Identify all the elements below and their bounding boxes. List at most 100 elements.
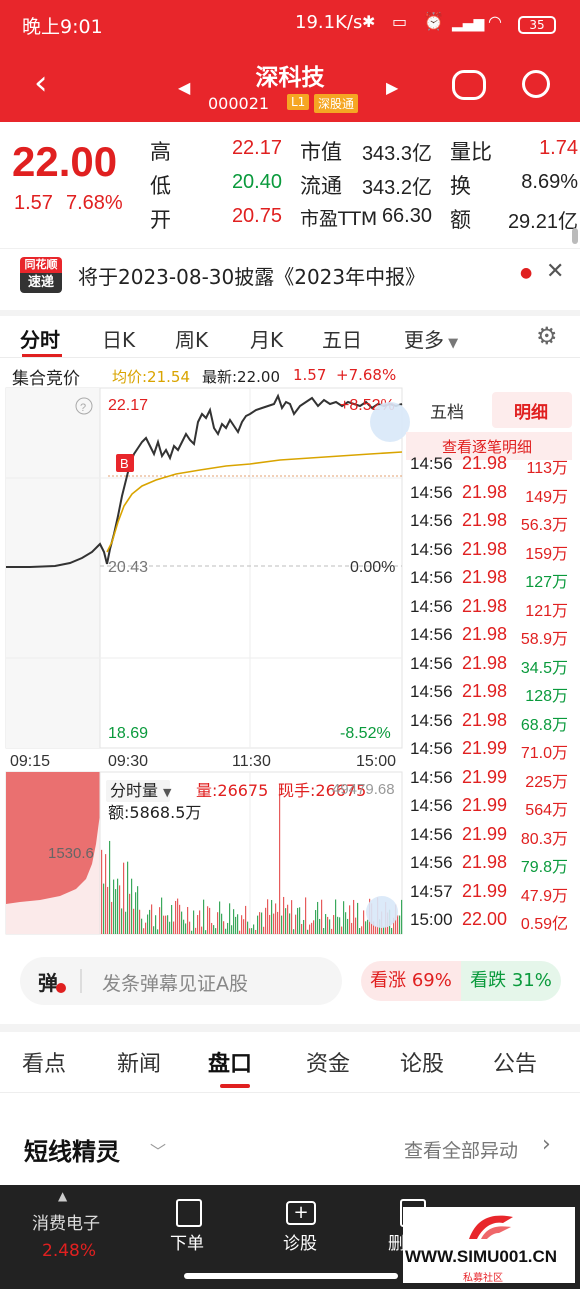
- turnover-value: 8.69%: [521, 171, 578, 193]
- tab-five-day[interactable]: 五日: [322, 324, 362, 353]
- volratio-label: 量比: [450, 140, 492, 164]
- volume-bar: [257, 915, 259, 934]
- detail-row-time: 14:56: [410, 710, 453, 730]
- volume-bar: [145, 922, 147, 934]
- chevron-up-icon[interactable]: ▲: [58, 1189, 67, 1203]
- bullish-vote-button[interactable]: 看涨 69%: [361, 961, 461, 1001]
- volume-bar: [227, 922, 229, 934]
- tab-monthly-k[interactable]: 月K: [250, 324, 283, 353]
- watermark-site: WWW.SIMU001.CN: [405, 1247, 558, 1266]
- volume-bar: [199, 910, 201, 934]
- auction-volume-ref: 1530.6: [48, 845, 94, 862]
- volume-bar: [327, 916, 329, 934]
- volume-bar: [283, 896, 285, 934]
- volume-bar: [121, 908, 123, 934]
- volume-bar: [147, 914, 149, 934]
- volume-bar: [177, 898, 179, 934]
- volume-bar: [399, 915, 401, 934]
- volume-bar: [401, 899, 403, 934]
- chevron-down-icon: ▼: [163, 786, 172, 799]
- detail-row-volume: 56.3万: [520, 517, 568, 534]
- status-time: 晚上9:01: [22, 16, 103, 38]
- volume-bar: [391, 927, 393, 934]
- diagnose-button[interactable]: 诊股: [283, 1229, 317, 1254]
- settings-gear-icon[interactable]: ⚙: [536, 322, 558, 350]
- y-bottom-pct-label: -8.52%: [340, 725, 391, 742]
- volume-bar: [119, 885, 121, 934]
- signal-icon: ▂▄▆: [452, 16, 485, 32]
- view-all-anomalies-link[interactable]: 查看全部异动: [404, 1136, 518, 1163]
- danmaku-placeholder: 发条弹幕见证A股: [102, 973, 248, 995]
- tab-intraday[interactable]: 分时: [20, 324, 60, 353]
- chevron-down-icon[interactable]: ﹀: [150, 1138, 166, 1162]
- next-stock-icon[interactable]: ▶: [386, 78, 398, 97]
- sector-name[interactable]: 消费电子: [32, 1209, 100, 1234]
- tab-trade-detail[interactable]: 明细: [514, 398, 548, 423]
- y-mid-label: 20.43: [108, 559, 148, 576]
- tab-announcements[interactable]: 公告: [493, 1046, 537, 1078]
- danmaku-badge-icon: [56, 983, 66, 993]
- close-icon[interactable]: ✕: [546, 259, 564, 284]
- volume-bar: [133, 908, 135, 934]
- assistant-bubble-icon[interactable]: [370, 402, 410, 442]
- volume-bar: [271, 899, 273, 934]
- danmaku-input[interactable]: 弹 发条弹幕见证A股: [20, 957, 342, 1005]
- volume-bar: [197, 915, 199, 934]
- news-banner[interactable]: 同花顺 速递 将于2023-08-30披露《2023年中报》 ● ✕: [0, 248, 580, 300]
- home-indicator[interactable]: [184, 1273, 398, 1279]
- robot-assistant-icon[interactable]: [452, 70, 486, 100]
- volume-bar: [343, 901, 345, 934]
- volume-bar: [203, 899, 205, 934]
- volume-bar: [193, 910, 195, 934]
- volume-bar: [397, 915, 399, 934]
- floating-tool-icon[interactable]: [366, 896, 398, 928]
- latest-pct-label: +7.68%: [336, 366, 397, 384]
- tab-news[interactable]: 新闻: [117, 1046, 161, 1078]
- chevron-right-icon[interactable]: ›: [542, 1132, 551, 1157]
- battery-level: 35: [529, 18, 545, 32]
- volume-bar: [103, 883, 105, 934]
- volume-bar: [305, 897, 307, 934]
- intraday-chart[interactable]: B ? 22.17 +8.52% 20.43 0.00% 18.69 -8.52…: [0, 384, 410, 936]
- tab-weekly-k[interactable]: 周K: [175, 324, 208, 353]
- volume-bar: [215, 928, 217, 934]
- quote-scroll-indicator[interactable]: [572, 228, 578, 244]
- order-button[interactable]: 下单: [170, 1229, 204, 1254]
- volume-bar: [293, 929, 295, 934]
- tab-active-indicator: [22, 354, 62, 357]
- diagnose-icon[interactable]: +: [286, 1201, 316, 1225]
- volume-bar: [141, 918, 143, 934]
- volume-bar: [209, 907, 211, 934]
- volume-bar: [139, 909, 141, 934]
- search-icon[interactable]: [522, 70, 550, 98]
- volume-bar: [297, 907, 299, 934]
- order-icon[interactable]: [176, 1199, 202, 1227]
- volume-bar: [273, 913, 275, 934]
- open-value: 20.75: [231, 205, 282, 227]
- tab-order-flow[interactable]: 盘口: [208, 1046, 252, 1078]
- y-top-label: 22.17: [108, 397, 148, 414]
- tab-highlights[interactable]: 看点: [22, 1046, 66, 1078]
- volume-bar: [213, 925, 215, 934]
- volume-bar: [331, 928, 333, 934]
- news-text[interactable]: 将于2023-08-30披露《2023年中报》: [78, 261, 425, 290]
- tab-more[interactable]: 更多 ▼: [404, 324, 458, 353]
- detail-row-time: 14:56: [410, 539, 453, 559]
- vibrate-icon: ▭: [392, 12, 408, 31]
- tab-capital[interactable]: 资金: [306, 1046, 350, 1078]
- volume-label: 量:26675: [196, 781, 268, 800]
- tab-discussion[interactable]: 论股: [400, 1046, 444, 1078]
- volume-bar: [325, 914, 327, 934]
- detail-row-volume: 47.9万: [520, 887, 568, 905]
- low-value: 20.40: [231, 171, 282, 193]
- battery-icon: 35: [518, 16, 556, 34]
- volume-bar: [367, 919, 369, 934]
- level-tag: L1: [287, 94, 310, 110]
- tab-daily-k[interactable]: 日K: [102, 324, 135, 353]
- volume-bar: [261, 912, 263, 934]
- tab-order-book[interactable]: 五档: [430, 398, 464, 423]
- volume-bar: [301, 923, 303, 934]
- volume-bar: [113, 879, 115, 934]
- price-change-pct: 7.68%: [66, 192, 123, 214]
- bearish-vote-button[interactable]: 看跌 31%: [461, 961, 561, 1001]
